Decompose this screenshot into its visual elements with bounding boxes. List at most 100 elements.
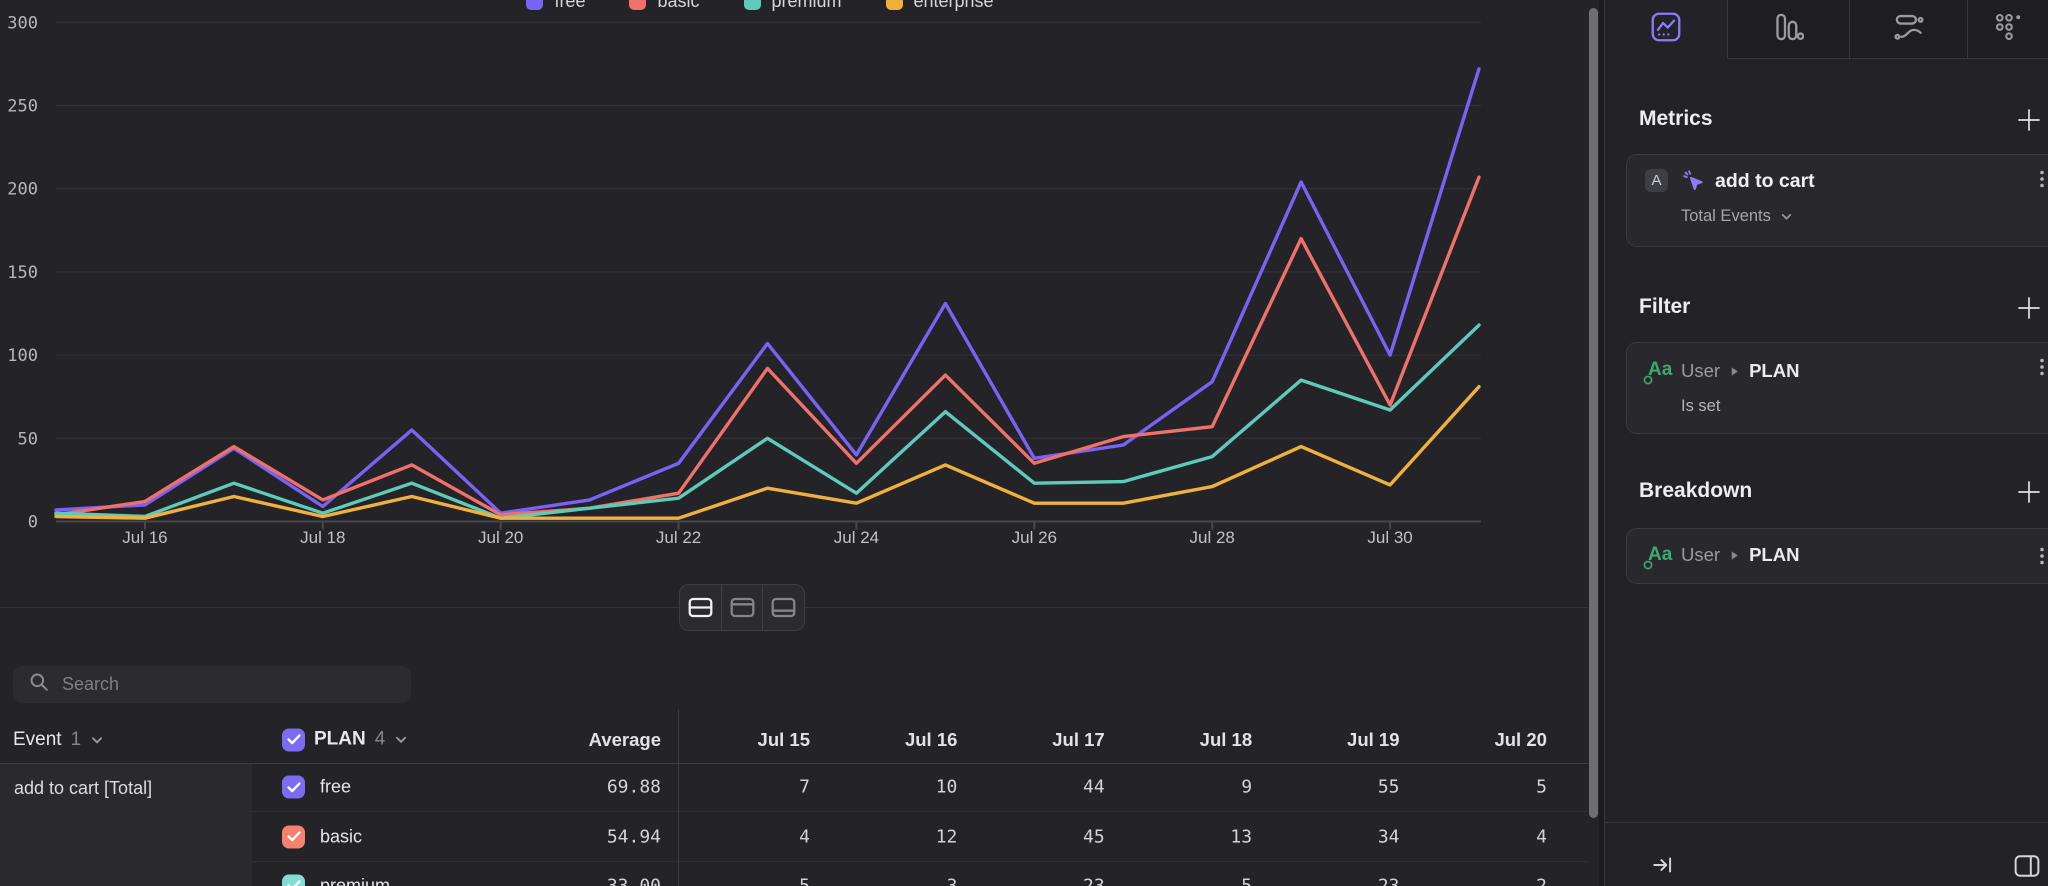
row-checkbox[interactable] xyxy=(282,825,305,848)
breakdown-kebab-menu[interactable] xyxy=(2035,545,2048,572)
metrics-section-title: Metrics xyxy=(1639,107,1713,131)
property-scope: User xyxy=(1681,544,1720,566)
filter-section-title: Filter xyxy=(1639,295,1690,319)
event-list-item[interactable]: add to cart [Total] xyxy=(0,764,252,813)
text-property-icon: Aa xyxy=(1640,540,1674,577)
date-column-header[interactable]: Jul 20 xyxy=(1494,729,1546,751)
y-axis-tick-label: 200 xyxy=(7,180,38,200)
property-scope: User xyxy=(1681,360,1720,382)
plan-select-all-checkbox[interactable] xyxy=(282,728,305,751)
breakdown-card[interactable]: Aa User PLAN xyxy=(1626,528,2048,584)
date-column-header[interactable]: Jul 19 xyxy=(1347,729,1399,751)
tab-bar-chart[interactable] xyxy=(1728,0,1850,59)
series-line-free[interactable] xyxy=(56,69,1479,513)
value-cell: 12 xyxy=(936,826,958,847)
vertical-scrollbar-track xyxy=(1588,0,1599,886)
date-column-header[interactable]: Jul 18 xyxy=(1200,729,1252,751)
average-dates-divider xyxy=(678,710,679,886)
tab-flows[interactable] xyxy=(1850,0,1968,59)
vertical-scrollbar-thumb[interactable] xyxy=(1589,8,1598,818)
filter-kebab-menu[interactable] xyxy=(2035,356,2048,383)
kebab-icon xyxy=(2035,356,2048,378)
breadcrumb-arrow-icon xyxy=(1730,366,1739,377)
value-cell: 4 xyxy=(1536,826,1547,847)
layout-top-button[interactable] xyxy=(721,585,763,630)
breadcrumb-arrow-icon xyxy=(1730,550,1739,561)
tab-more-charts[interactable] xyxy=(1968,0,2048,59)
condition-label: Is set xyxy=(1681,397,1720,416)
row-checkbox[interactable] xyxy=(282,874,305,886)
toggle-panel-button[interactable] xyxy=(2014,854,2040,883)
check-icon xyxy=(287,734,301,746)
metric-badge: A xyxy=(1645,169,1668,192)
config-sidebar: Metrics A add to cart Total Eve xyxy=(1604,0,2048,886)
x-axis-tick-label: Jul 22 xyxy=(656,528,701,547)
chevron-down-icon xyxy=(394,733,408,747)
layout-bottom-button[interactable] xyxy=(762,585,804,630)
table-header-row: Event 1 PLAN 4 Average Jul 15 Jul 16 Jul 1… xyxy=(0,716,1588,763)
filter-condition[interactable]: Is set xyxy=(1681,397,1720,416)
metric-card[interactable]: A add to cart Total Events xyxy=(1626,154,2048,247)
value-cell: 23 xyxy=(1083,875,1105,886)
y-axis-tick-label: 0 xyxy=(28,513,38,533)
filter-property[interactable]: User PLAN xyxy=(1681,360,1799,382)
line-chart[interactable]: 050100150200250300Jul 16Jul 18Jul 20Jul … xyxy=(0,0,1588,560)
row-label: basic xyxy=(320,826,362,847)
layout-split-button[interactable] xyxy=(680,585,721,630)
event-column-header[interactable]: Event 1 xyxy=(13,729,104,751)
add-breakdown-button[interactable] xyxy=(2016,479,2042,505)
value-cell: 55 xyxy=(1378,777,1400,798)
x-axis-tick-label: Jul 24 xyxy=(834,528,879,547)
value-cell: 5 xyxy=(799,875,810,886)
row-checkbox[interactable] xyxy=(282,776,305,799)
kebab-icon xyxy=(2035,168,2048,190)
plan-count: 4 xyxy=(375,729,386,751)
add-filter-button[interactable] xyxy=(2016,295,2042,321)
flows-tab-icon xyxy=(1894,12,1924,47)
series-line-enterprise[interactable] xyxy=(56,387,1479,519)
plus-icon xyxy=(2016,107,2042,133)
plus-icon xyxy=(2016,295,2042,321)
metric-kebab-menu[interactable] xyxy=(2035,168,2048,195)
arrow-to-bar-icon xyxy=(1651,853,1675,877)
tab-line-chart[interactable] xyxy=(1605,0,1728,59)
breakdown-property[interactable]: User PLAN xyxy=(1681,544,1799,566)
layout-toggle-group xyxy=(679,584,805,631)
search-box[interactable] xyxy=(13,666,411,703)
filter-card[interactable]: Aa User PLAN Is set xyxy=(1626,342,2048,434)
add-metric-button[interactable] xyxy=(2016,107,2042,133)
average-value: 33.00 xyxy=(607,875,661,886)
search-input[interactable] xyxy=(62,674,382,695)
property-name: PLAN xyxy=(1749,360,1799,382)
plan-header-label: PLAN xyxy=(314,729,366,751)
main-area: freebasicpremiumenterprise 0501001502002… xyxy=(0,0,1598,886)
y-axis-tick-label: 250 xyxy=(7,97,38,117)
value-cell: 44 xyxy=(1083,777,1105,798)
average-value: 54.94 xyxy=(607,826,661,847)
value-cell: 23 xyxy=(1378,875,1400,886)
breakdown-section-title: Breakdown xyxy=(1639,479,1752,503)
value-cell: 2 xyxy=(1536,875,1547,886)
measure-selector[interactable]: Total Events xyxy=(1681,207,1793,226)
value-cell: 34 xyxy=(1378,826,1400,847)
event-list-panel: add to cart [Total] xyxy=(0,764,252,886)
app-root: freebasicpremiumenterprise 0501001502002… xyxy=(0,0,2048,886)
average-value: 69.88 xyxy=(607,777,661,798)
value-cell: 7 xyxy=(799,777,810,798)
line-chart-tab-icon xyxy=(1651,12,1681,47)
date-column-header[interactable]: Jul 15 xyxy=(758,729,810,751)
search-icon xyxy=(29,672,49,697)
date-column-header[interactable]: Jul 16 xyxy=(905,729,957,751)
plan-column-header[interactable]: PLAN 4 xyxy=(282,728,408,751)
collapse-sidebar-button[interactable] xyxy=(1651,853,1675,882)
x-axis-tick-label: Jul 30 xyxy=(1367,528,1412,547)
value-cell: 10 xyxy=(936,777,958,798)
svg-text:Aa: Aa xyxy=(1648,544,1673,565)
value-cell: 9 xyxy=(1241,777,1252,798)
metric-event-name[interactable]: add to cart xyxy=(1715,170,1815,193)
date-column-header[interactable]: Jul 17 xyxy=(1052,729,1104,751)
y-axis-tick-label: 50 xyxy=(18,429,38,449)
value-cell: 5 xyxy=(1536,777,1547,798)
plus-icon xyxy=(2016,479,2042,505)
average-column-header: Average xyxy=(589,729,661,751)
